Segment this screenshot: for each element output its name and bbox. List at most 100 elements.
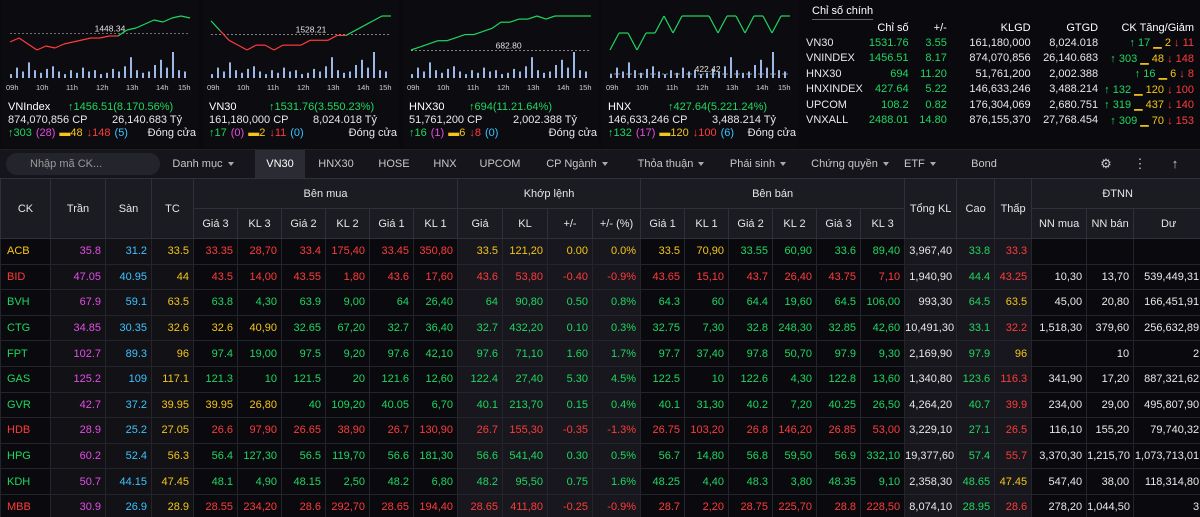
bid-price-2[interactable]: 32.65: [281, 314, 326, 342]
bid-price-3[interactable]: 97.4: [193, 340, 238, 367]
tab-bond[interactable]: Bond: [966, 150, 1002, 178]
sub-header[interactable]: Giá 2: [728, 208, 774, 239]
foreign-buy[interactable]: 45,00: [1031, 289, 1088, 316]
bid-vol-3[interactable]: 28,70: [237, 238, 282, 265]
tab-hose[interactable]: HOSE: [372, 150, 416, 178]
foreign-room[interactable]: 2: [1133, 340, 1200, 367]
stock-row[interactable]: FPT 102.7 89.3 96 97.4 19,00 97.5 9,20 97.6 42,10…: [0, 340, 1200, 367]
total-volume[interactable]: 993,30: [904, 289, 958, 316]
sub-header[interactable]: Giá 2: [281, 208, 326, 239]
bid-price-3[interactable]: 121.3: [193, 365, 238, 393]
tab-chứng-quyền[interactable]: Chứng quyền: [810, 150, 890, 178]
bid-price-2[interactable]: 48.15: [281, 468, 326, 495]
ask-vol-3[interactable]: 26,50: [860, 391, 906, 419]
bid-price-1[interactable]: 121.6: [369, 365, 414, 393]
foreign-sell[interactable]: 20,80: [1086, 289, 1135, 316]
match-price[interactable]: 56.6: [457, 442, 504, 470]
ask-vol-1[interactable]: 7,30: [684, 314, 730, 342]
foreign-buy[interactable]: 116,10: [1031, 417, 1088, 444]
match-change[interactable]: 0.15: [547, 391, 594, 419]
foreign-room[interactable]: 118,314,80: [1133, 468, 1200, 495]
sub-header[interactable]: KL 1: [684, 208, 730, 239]
index-panel-vn30[interactable]: 1528.21 09h 10h 11h 12h 13h 14h 15h VN30 ↑ 1531.7…: [203, 0, 399, 148]
match-vol[interactable]: 432,20: [502, 314, 549, 342]
header-high[interactable]: Cao: [956, 178, 996, 239]
low-price[interactable]: 47.45: [994, 468, 1033, 495]
ask-price-1[interactable]: 28.7: [640, 493, 686, 517]
foreign-sell[interactable]: 38,00: [1086, 468, 1135, 495]
match-change[interactable]: 0.10: [547, 314, 594, 342]
high-price[interactable]: 123.6: [956, 365, 996, 393]
high-price[interactable]: 97.9: [956, 340, 996, 367]
bid-vol-2[interactable]: 175,40: [325, 238, 370, 265]
total-volume[interactable]: 10,491,30: [904, 314, 958, 342]
stock-symbol[interactable]: ACB: [0, 238, 51, 265]
summary-row[interactable]: VNINDEX 1456.51 8.17 874,070,856 26,140.683 ↑…: [802, 51, 1200, 67]
sub-header[interactable]: Giá 1: [640, 208, 686, 239]
tab-upcom[interactable]: UPCOM: [473, 150, 527, 178]
match-vol[interactable]: 411,80: [502, 493, 549, 517]
sub-header[interactable]: NN bán: [1086, 208, 1135, 239]
ask-vol-2[interactable]: 7,20: [772, 391, 818, 419]
ask-price-1[interactable]: 97.7: [640, 340, 686, 367]
header-ref[interactable]: TC: [151, 178, 194, 239]
header-ceiling[interactable]: Trần: [50, 178, 106, 239]
ask-vol-1[interactable]: 2,20: [684, 493, 730, 517]
foreign-sell[interactable]: 13,70: [1086, 263, 1135, 291]
bid-price-1[interactable]: 56.6: [369, 442, 414, 470]
bid-vol-3[interactable]: 234,20: [237, 493, 282, 517]
match-change[interactable]: -0.35: [547, 417, 594, 444]
bid-price-1[interactable]: 48.2: [369, 468, 414, 495]
tab-thỏa-thuận[interactable]: Thỏa thuận: [627, 150, 715, 178]
bid-price-2[interactable]: 28.6: [281, 493, 326, 517]
match-change-pct[interactable]: 0.3%: [592, 314, 642, 342]
foreign-buy[interactable]: [1031, 340, 1088, 367]
header-low[interactable]: Thấp: [994, 178, 1033, 239]
sub-header[interactable]: Dư: [1133, 208, 1200, 239]
match-change[interactable]: 0.00: [547, 238, 594, 265]
bid-vol-1[interactable]: 26,40: [412, 289, 459, 316]
match-change[interactable]: 0.30: [547, 442, 594, 470]
foreign-room[interactable]: 887,321,62: [1133, 365, 1200, 393]
total-volume[interactable]: 1,940,90: [904, 263, 958, 291]
high-price[interactable]: 28.95: [956, 493, 996, 517]
ask-price-2[interactable]: 64.4: [728, 289, 774, 316]
low-price[interactable]: 28.6: [994, 493, 1033, 517]
ask-price-1[interactable]: 48.25: [640, 468, 686, 495]
sub-header[interactable]: +/-: [547, 208, 594, 239]
low-price[interactable]: 63.5: [994, 289, 1033, 316]
bid-price-2[interactable]: 33.4: [281, 238, 326, 265]
sub-header[interactable]: NN mua: [1031, 208, 1088, 239]
bid-price-2[interactable]: 43.55: [281, 263, 326, 291]
match-change[interactable]: 0.75: [547, 468, 594, 495]
stock-symbol[interactable]: GVR: [0, 391, 51, 419]
bid-price-1[interactable]: 43.6: [369, 263, 414, 291]
match-vol[interactable]: 27,40: [502, 365, 549, 393]
ask-price-3[interactable]: 56.9: [816, 442, 862, 470]
ask-vol-2[interactable]: 248,30: [772, 314, 818, 342]
ask-vol-3[interactable]: 53,00: [860, 417, 906, 444]
match-vol[interactable]: 90,80: [502, 289, 549, 316]
ask-price-2[interactable]: 122.6: [728, 365, 774, 393]
match-vol[interactable]: 95,50: [502, 468, 549, 495]
ask-vol-3[interactable]: 89,40: [860, 238, 906, 265]
match-price[interactable]: 97.6: [457, 340, 504, 367]
bid-price-3[interactable]: 56.4: [193, 442, 238, 470]
ask-price-3[interactable]: 33.6: [816, 238, 862, 265]
foreign-buy[interactable]: 1,518,30: [1031, 314, 1088, 342]
ask-price-3[interactable]: 48.35: [816, 468, 862, 495]
tab-phái-sinh[interactable]: Phái sinh: [727, 150, 789, 178]
ask-price-2[interactable]: 56.8: [728, 442, 774, 470]
match-change-pct[interactable]: -0.9%: [592, 493, 642, 517]
foreign-sell[interactable]: 1,044,50: [1086, 493, 1135, 517]
ask-vol-3[interactable]: 332,10: [860, 442, 906, 470]
foreign-buy[interactable]: 234,00: [1031, 391, 1088, 419]
match-change-pct[interactable]: -0.9%: [592, 263, 642, 291]
ask-vol-2[interactable]: 4,30: [772, 365, 818, 393]
tab-vn30[interactable]: VN30: [255, 150, 305, 178]
bid-vol-3[interactable]: 40,90: [237, 314, 282, 342]
foreign-room[interactable]: 3: [1133, 493, 1200, 517]
ask-vol-3[interactable]: 9,10: [860, 468, 906, 495]
tab-cp-ngành[interactable]: CP Ngành: [537, 150, 617, 178]
ask-price-2[interactable]: 33.55: [728, 238, 774, 265]
